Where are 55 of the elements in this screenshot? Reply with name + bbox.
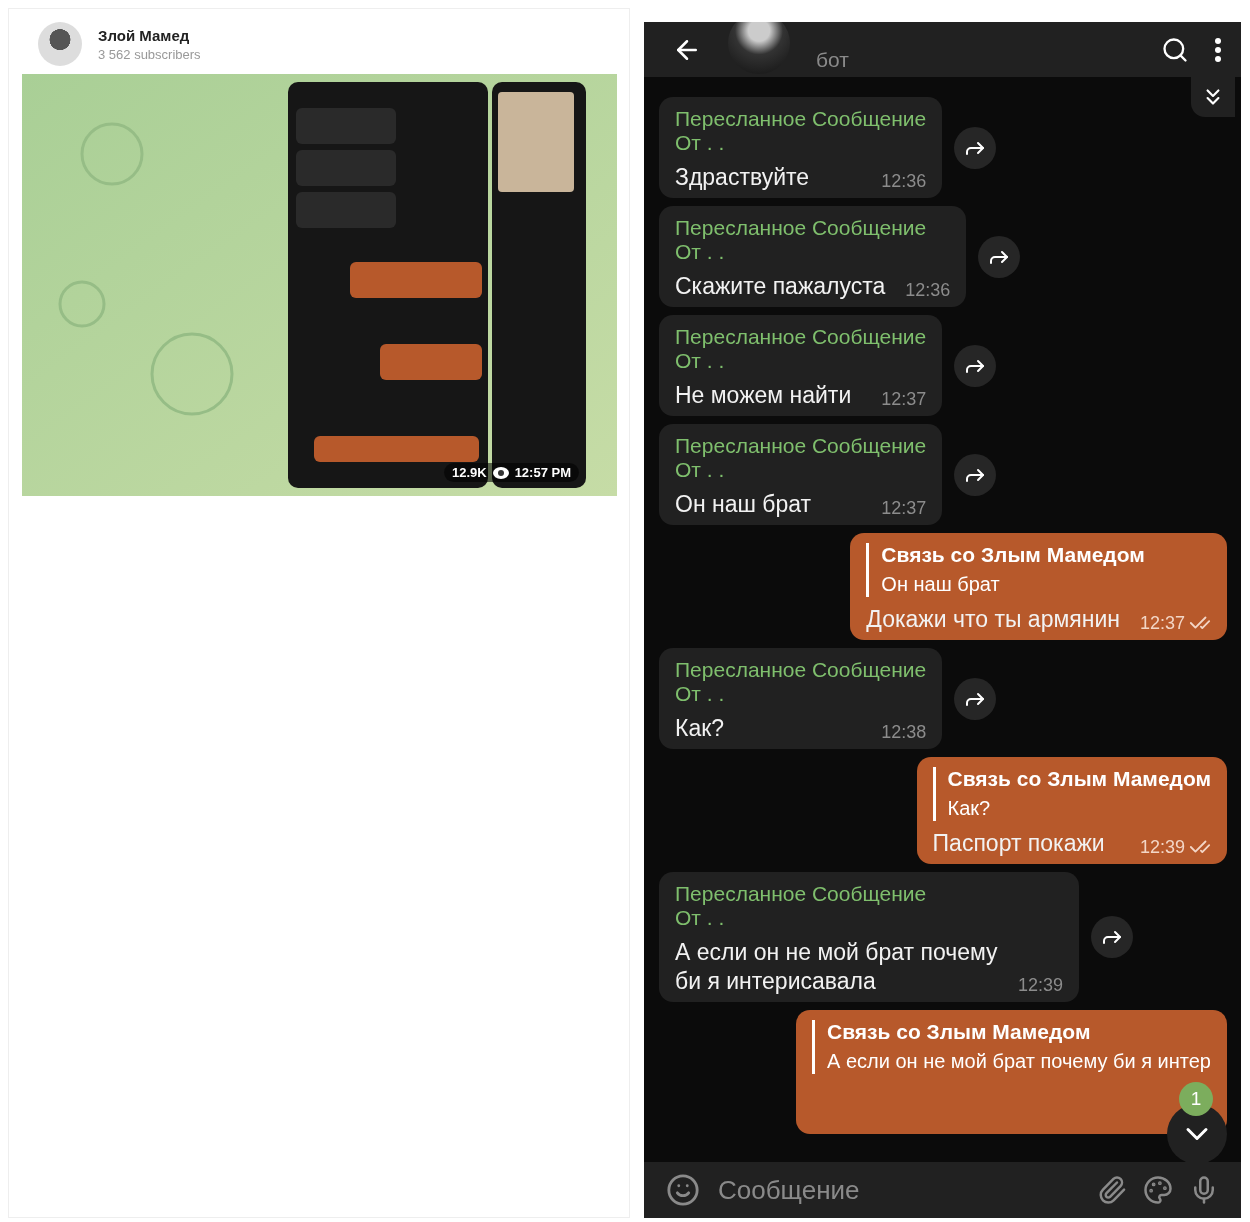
forward-header: Пересланное Сообщение xyxy=(675,325,927,349)
message-text: Докажи что ты армянин xyxy=(866,605,1120,634)
reply-text: А если он не мой брат почему би я интер xyxy=(827,1049,1211,1074)
message-time: 12:39 xyxy=(1139,836,1185,858)
forward-header: Пересланное Сообщение xyxy=(675,216,928,240)
attach-button[interactable] xyxy=(1097,1175,1127,1205)
reply-quote[interactable]: Связь со Злым Мамедом А если он не мой брат почему би я интер xyxy=(812,1020,1211,1074)
message-time: 12:36 xyxy=(905,280,951,301)
message-time: 12:37 xyxy=(881,389,927,410)
message-text: Скажите пажалуста xyxy=(675,272,886,301)
message-text: Здраствуйте xyxy=(675,163,810,192)
search-button[interactable] xyxy=(1161,35,1189,64)
bot-avatar[interactable] xyxy=(728,22,790,74)
message-text: Не можем найти xyxy=(675,381,852,410)
menu-icon xyxy=(1215,37,1221,62)
channel-name: Злой Мамед xyxy=(98,26,191,44)
forward-source: От . . xyxy=(675,682,726,706)
reply-text: Он наш брат xyxy=(881,572,1001,597)
forward-header: Пересланное Сообщение xyxy=(675,434,927,458)
reply-author: Связь со Злым Мамедом xyxy=(827,1020,1092,1044)
reply-author: Связь со Злым Мамедом xyxy=(947,767,1211,791)
message-time: 12:36 xyxy=(881,171,927,192)
message-input[interactable]: Сообщение xyxy=(716,1173,1081,1207)
forward-source: От . . xyxy=(675,131,726,155)
forward-header: Пересланное Сообщение xyxy=(675,658,927,682)
message-composer[interactable]: Сообщение xyxy=(644,1162,1241,1218)
forward-header: Пересланное Сообщение xyxy=(675,882,928,906)
message-time: 12:37 xyxy=(881,498,927,519)
draw-button[interactable] xyxy=(1143,1175,1173,1205)
view-count: 12.9K xyxy=(451,465,487,480)
menu-button[interactable] xyxy=(1215,37,1221,62)
message-text: Паспорт покажи xyxy=(932,829,1105,858)
channel-avatar[interactable] xyxy=(38,22,82,66)
forward-button[interactable] xyxy=(1091,916,1133,958)
message-text: Как? xyxy=(675,714,725,743)
forward-source: От . . xyxy=(675,906,726,930)
reply-author: Связь со Злым Мамедом xyxy=(881,543,1146,567)
message-text: А если он не мой брат почему би я интерисавала xyxy=(675,938,998,996)
chat-subtitle: бот xyxy=(816,47,850,72)
forward-source: От . . xyxy=(675,349,726,373)
scroll-up-button[interactable] xyxy=(1191,77,1235,117)
message-time: 12:39 xyxy=(1017,975,1063,996)
reply-text: Как? xyxy=(947,796,992,821)
forward-header: Пересланное Сообщение xyxy=(675,107,927,131)
forward-source: От . . xyxy=(675,240,726,264)
post-time: 12:57 PM xyxy=(514,465,571,480)
sticker-button[interactable] xyxy=(666,1173,700,1207)
message-time: 12:38 xyxy=(881,722,927,743)
forward-source: От . . xyxy=(675,458,726,482)
eye-icon xyxy=(492,466,509,479)
reply-quote[interactable]: Связь со Злым Мамедом Он наш брат xyxy=(866,543,1211,597)
subscriber-count: 3 562 subscribers xyxy=(98,46,201,62)
message-text: Он наш брат xyxy=(675,490,812,519)
message-time: 12:37 xyxy=(1139,612,1185,634)
reply-quote[interactable]: Связь со Злым Мамедом Как? xyxy=(932,767,1211,821)
